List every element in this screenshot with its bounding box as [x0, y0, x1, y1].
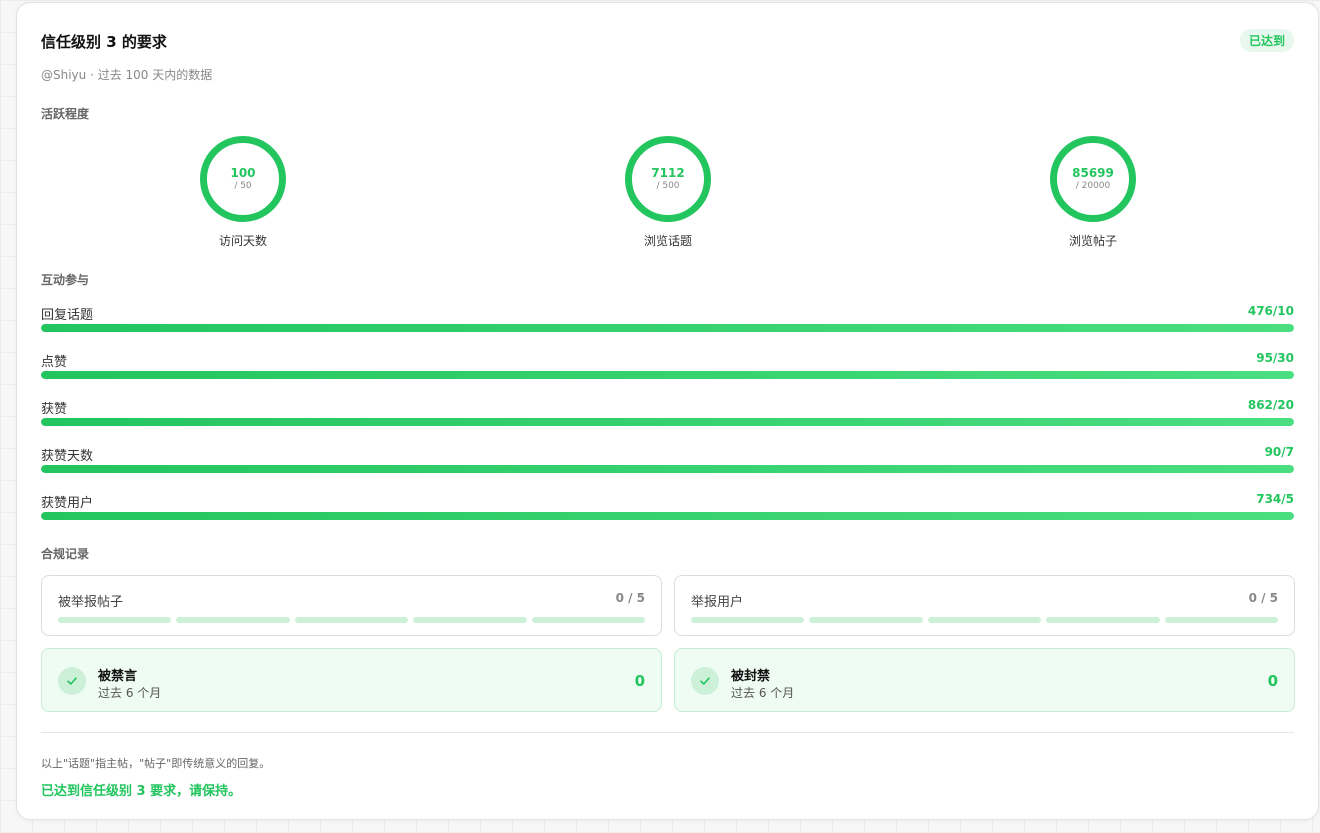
ring-value: 100 — [230, 166, 256, 180]
compliance-label: 举报用户 — [691, 595, 744, 610]
bar-label: 获赞天数 — [41, 449, 94, 464]
bar-row-likes-received: 获赞 862/20 — [41, 398, 1294, 438]
bar-label: 获赞 — [41, 402, 68, 417]
progress-track — [41, 371, 1294, 379]
ring-value: 7112 — [651, 166, 685, 180]
meter-segment — [413, 617, 527, 623]
ring-label: 浏览话题 — [643, 234, 692, 248]
bar-row-liked-days: 获赞天数 90/7 — [41, 445, 1294, 485]
progress-ring: 7112 / 500 — [625, 136, 711, 222]
meter-segment — [294, 617, 409, 623]
section-label-activity: 活跃程度 — [41, 107, 90, 121]
page-title: 信任级别 3 的要求 — [41, 33, 167, 51]
bar-row-likes-given: 点赞 95/30 — [41, 351, 1294, 391]
ring-visit-days: 100 / 50 访问天数 — [173, 136, 313, 249]
ring-value: 85699 — [1072, 166, 1114, 180]
progress-fill — [41, 324, 1294, 332]
bar-value: 734/5 — [1256, 492, 1294, 506]
bar-value: 476/10 — [1247, 304, 1294, 318]
footnote: 以上"话题"指主帖，"帖子"即传统意义的回复。 — [41, 757, 271, 770]
progress-fill — [41, 371, 1294, 379]
bar-label: 点赞 — [41, 355, 68, 370]
progress-track — [41, 324, 1294, 332]
ring-posts-viewed: 85699 / 20000 浏览帖子 — [1023, 136, 1163, 249]
meter-segment — [176, 617, 290, 623]
status-title: 被封禁 — [731, 669, 771, 684]
progress-fill — [41, 418, 1294, 426]
status-value: 0 — [1267, 672, 1278, 690]
meter-segment — [809, 617, 923, 623]
meter-segment — [927, 617, 1042, 623]
status-title: 被禁言 — [98, 669, 138, 684]
bar-value: 90/7 — [1264, 445, 1294, 459]
result-message: 已达到信任级别 3 要求，请保持。 — [41, 784, 242, 799]
trust-level-card: 信任级别 3 的要求 已达到 @Shiyu · 过去 100 天内的数据 活跃程… — [16, 2, 1319, 820]
status-subtitle: 过去 6 个月 — [98, 686, 162, 700]
status-badge: 已达到 — [1239, 29, 1294, 52]
status-box-silenced: 被禁言 过去 6 个月 0 — [41, 648, 662, 712]
ring-target: / 500 — [656, 181, 680, 191]
section-label-compliance: 合规记录 — [41, 547, 90, 561]
divider — [41, 732, 1294, 733]
progress-ring: 100 / 50 — [200, 136, 286, 222]
progress-track — [41, 418, 1294, 426]
bar-row-replies: 回复话题 476/10 — [41, 304, 1294, 344]
compliance-value: 0 / 5 — [615, 591, 645, 605]
meter-segment — [1164, 617, 1279, 623]
meter-segment — [531, 617, 646, 623]
bar-row-liked-users: 获赞用户 734/5 — [41, 492, 1294, 532]
compliance-label: 被举报帖子 — [58, 595, 124, 610]
progress-track — [41, 465, 1294, 473]
progress-fill — [41, 465, 1294, 473]
bar-label: 获赞用户 — [41, 496, 94, 511]
compliance-value: 0 / 5 — [1248, 591, 1278, 605]
ring-label: 访问天数 — [218, 234, 267, 248]
ring-label: 浏览帖子 — [1068, 234, 1117, 248]
section-label-interaction: 互动参与 — [41, 273, 90, 287]
bar-label: 回复话题 — [41, 308, 94, 323]
ring-target: / 50 — [234, 181, 252, 191]
meter-segment — [691, 617, 805, 623]
bar-value: 95/30 — [1256, 351, 1294, 365]
segment-meter — [58, 617, 646, 623]
ring-topics-viewed: 7112 / 500 浏览话题 — [598, 136, 738, 249]
check-icon — [691, 667, 719, 695]
ring-target: / 20000 — [1075, 181, 1111, 191]
progress-fill — [41, 512, 1294, 520]
segment-meter — [691, 617, 1279, 623]
page-subtitle: @Shiyu · 过去 100 天内的数据 — [41, 68, 213, 82]
progress-track — [41, 512, 1294, 520]
check-icon — [58, 667, 86, 695]
status-value: 0 — [634, 672, 645, 690]
meter-segment — [58, 617, 172, 623]
compliance-box-flagged-users: 举报用户 0 / 5 — [674, 575, 1295, 636]
meter-segment — [1046, 617, 1160, 623]
status-box-suspended: 被封禁 过去 6 个月 0 — [674, 648, 1295, 712]
compliance-box-flagged-posts: 被举报帖子 0 / 5 — [41, 575, 662, 636]
status-subtitle: 过去 6 个月 — [731, 686, 795, 700]
bar-value: 862/20 — [1247, 398, 1294, 412]
card-content: 信任级别 3 的要求 已达到 @Shiyu · 过去 100 天内的数据 活跃程… — [41, 3, 1295, 819]
progress-ring: 85699 / 20000 — [1050, 136, 1136, 222]
